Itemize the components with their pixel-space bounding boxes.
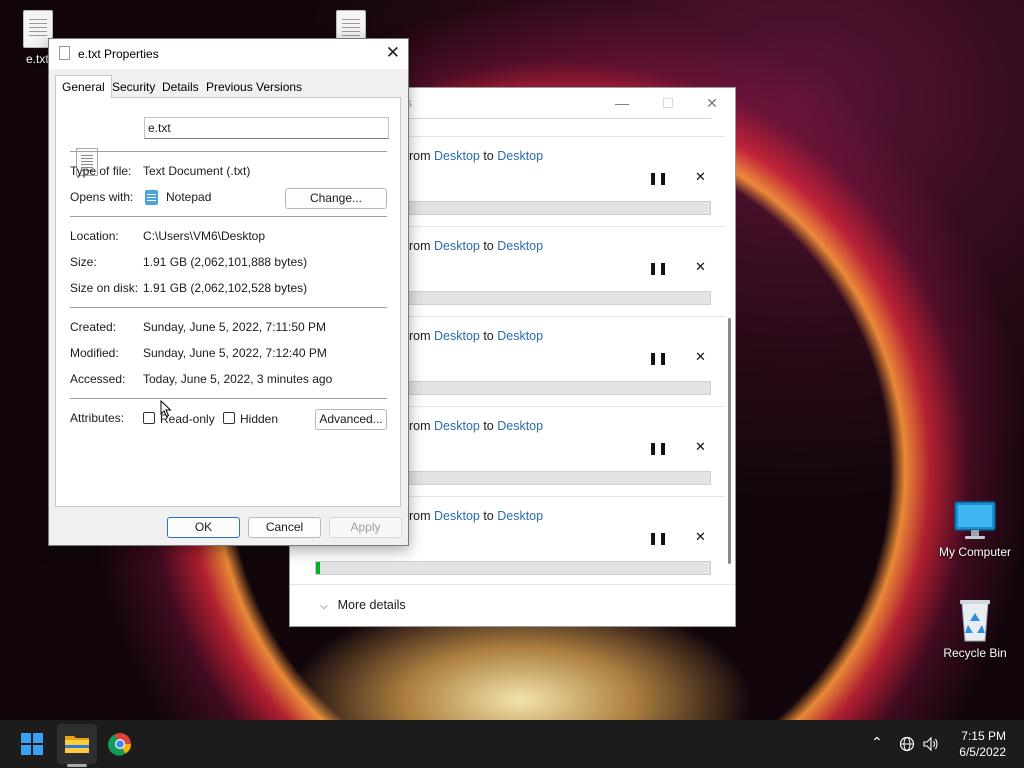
clock-date: 6/5/2022 [959, 745, 1006, 759]
copy-description: rom Desktop to Desktop [409, 509, 544, 523]
copy-description: rom Desktop to Desktop [409, 149, 544, 163]
globe-icon[interactable] [899, 736, 915, 752]
file-explorer-button[interactable] [57, 724, 97, 764]
type-value: Text Document (.txt) [143, 164, 251, 178]
cancel-copy-button[interactable]: ✕ [695, 439, 706, 455]
opens-with-label: Opens with: [70, 190, 134, 204]
dialog-title: e.txt Properties [78, 47, 159, 61]
modified-label: Modified: [70, 346, 119, 360]
list-bottom-rule [290, 584, 735, 585]
close-button[interactable]: ✕ [694, 92, 730, 114]
tab-general[interactable]: General [55, 75, 112, 98]
destination-link[interactable]: Desktop [497, 509, 543, 523]
pause-button[interactable]: ❚❚ [648, 351, 668, 365]
source-link[interactable]: Desktop [434, 509, 480, 523]
source-link[interactable]: Desktop [434, 419, 480, 433]
created-value: Sunday, June 5, 2022, 7:11:50 PM [143, 320, 327, 334]
desktop-icon-label: My Computer [938, 545, 1012, 559]
source-link[interactable]: Desktop [434, 329, 480, 343]
active-app-indicator [67, 764, 87, 767]
destination-link[interactable]: Desktop [497, 419, 543, 433]
dialog-title-bar: e.txt Properties ✕ [49, 39, 408, 69]
pause-button[interactable]: ❚❚ [648, 171, 668, 185]
desktop-icon-my-computer[interactable]: My Computer [935, 500, 1015, 559]
chevron-up-icon[interactable]: ⌃ [871, 734, 883, 751]
destination-link[interactable]: Desktop [497, 149, 543, 163]
recycle-bin-icon [960, 600, 990, 642]
cancel-button[interactable]: Cancel [248, 517, 321, 538]
change-button[interactable]: Change... [285, 188, 387, 209]
hidden-label[interactable]: Hidden [240, 412, 278, 426]
attributes-label: Attributes: [70, 411, 125, 425]
pause-button[interactable]: ❚❚ [648, 441, 668, 455]
mouse-cursor-icon [160, 400, 172, 418]
windows-logo-icon [21, 733, 43, 755]
scrollbar[interactable] [728, 318, 731, 564]
divider [70, 307, 387, 308]
read-only-checkbox[interactable] [143, 412, 155, 424]
tab-security[interactable]: Security [112, 78, 155, 97]
chrome-icon [108, 733, 131, 756]
divider [70, 151, 387, 152]
opens-with-value: Notepad [166, 190, 212, 204]
modified-value: Sunday, June 5, 2022, 7:12:40 PM [143, 346, 327, 360]
cancel-copy-button[interactable]: ✕ [695, 169, 706, 185]
copy-description: rom Desktop to Desktop [409, 329, 544, 343]
monitor-icon [954, 501, 996, 539]
system-clock[interactable]: 7:15 PM 6/5/2022 [959, 728, 1006, 760]
size-value: 1.91 GB (2,062,101,888 bytes) [143, 255, 308, 269]
progress-fill [316, 562, 320, 574]
properties-dialog: e.txt Properties ✕ General Security Deta… [48, 38, 409, 546]
ok-button[interactable]: OK [167, 517, 240, 538]
taskbar: ⌃ 7:15 PM 6/5/2022 [0, 720, 1024, 768]
tab-details[interactable]: Details [162, 78, 199, 97]
desktop-icon-recycle-bin[interactable]: Recycle Bin [935, 597, 1015, 660]
destination-link[interactable]: Desktop [497, 239, 543, 253]
destination-link[interactable]: Desktop [497, 329, 543, 343]
size-on-disk-value: 1.91 GB (2,062,102,528 bytes) [143, 281, 308, 295]
location-label: Location: [70, 229, 119, 243]
clock-time: 7:15 PM [961, 729, 1006, 743]
pause-button[interactable]: ❚❚ [648, 531, 668, 545]
advanced-button[interactable]: Advanced... [315, 409, 387, 430]
folder-icon [65, 736, 89, 753]
close-button[interactable]: ✕ [386, 43, 400, 63]
text-file-icon [59, 46, 70, 60]
notepad-icon [145, 190, 158, 205]
file-name-field[interactable]: e.txt [144, 117, 389, 139]
size-on-disk-label: Size on disk: [70, 281, 139, 295]
start-button[interactable] [12, 724, 52, 764]
type-label: Type of file: [70, 164, 132, 178]
accessed-label: Accessed: [70, 372, 126, 386]
minimize-button[interactable]: — [604, 92, 640, 114]
desktop-icon-label: Recycle Bin [943, 646, 1007, 660]
copy-description: rom Desktop to Desktop [409, 239, 544, 253]
pause-button[interactable]: ❚❚ [648, 261, 668, 275]
divider [70, 398, 387, 399]
more-details-toggle[interactable]: ⌵ More details [320, 598, 406, 612]
cancel-copy-button[interactable]: ✕ [695, 529, 706, 545]
volume-icon[interactable] [922, 736, 940, 752]
source-link[interactable]: Desktop [434, 239, 480, 253]
progress-bar [315, 561, 711, 575]
maximize-button[interactable]: ☐ [650, 92, 686, 114]
source-link[interactable]: Desktop [434, 149, 480, 163]
created-label: Created: [70, 320, 117, 334]
cancel-copy-button[interactable]: ✕ [695, 259, 706, 275]
chevron-down-icon: ⌵ [320, 601, 328, 612]
apply-button[interactable]: Apply [329, 517, 402, 538]
size-label: Size: [70, 255, 97, 269]
divider [70, 216, 387, 217]
general-panel: e.txt Type of file: Text Document (.txt)… [55, 97, 401, 507]
cancel-copy-button[interactable]: ✕ [695, 349, 706, 365]
location-value: C:\Users\VM6\Desktop [143, 229, 266, 243]
accessed-value: Today, June 5, 2022, 3 minutes ago [143, 372, 333, 386]
tab-previous-versions[interactable]: Previous Versions [206, 78, 302, 97]
hidden-checkbox[interactable] [223, 412, 235, 424]
more-details-label: More details [337, 598, 406, 612]
chrome-button[interactable] [100, 724, 140, 764]
copy-description: rom Desktop to Desktop [409, 419, 544, 433]
